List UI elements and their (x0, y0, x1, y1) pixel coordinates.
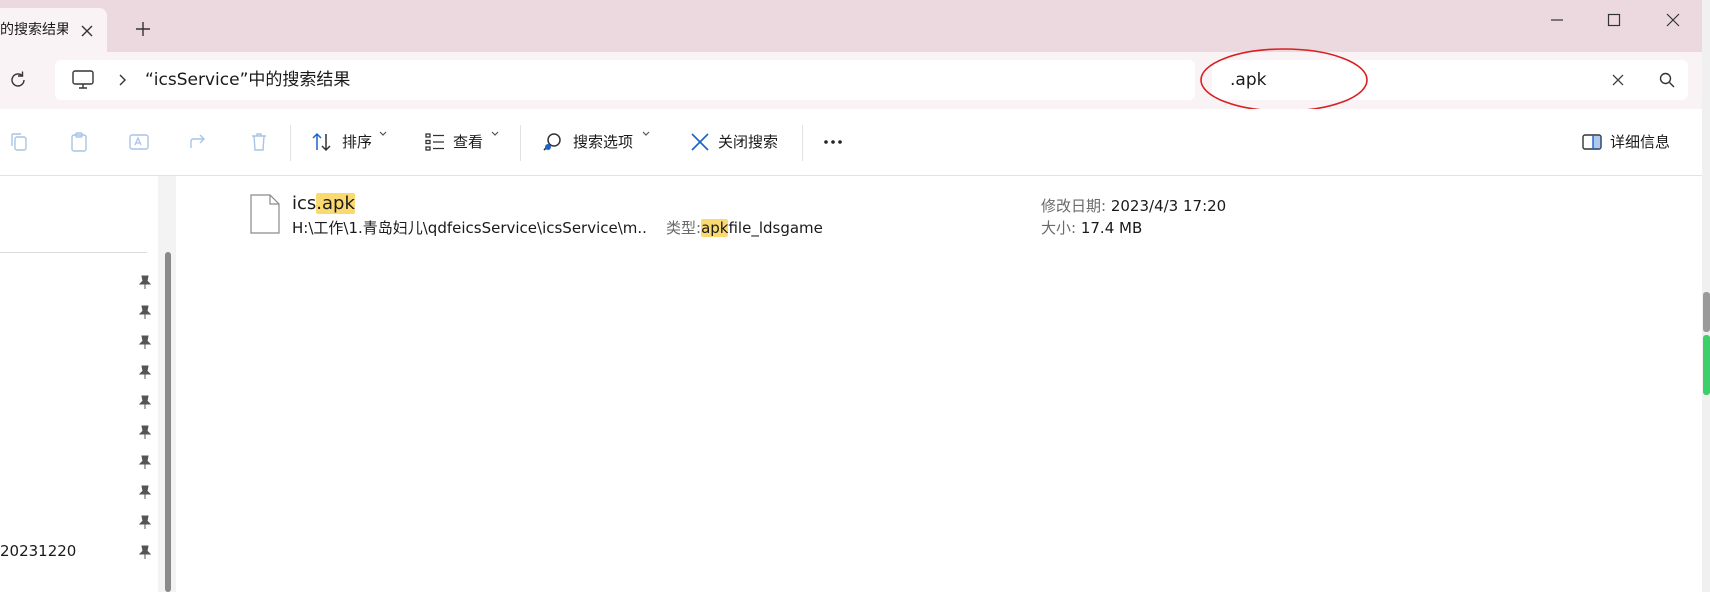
rename-icon[interactable] (127, 130, 151, 154)
search-icon[interactable] (1658, 71, 1676, 89)
search-options-button[interactable]: 搜索选项 (541, 126, 661, 158)
pin-icon[interactable] (138, 274, 152, 290)
details-pane-label: 详细信息 (1610, 133, 1671, 151)
modified-date-label: 修改日期: (1041, 197, 1107, 215)
view-label: 查看 (453, 133, 484, 151)
file-type-label: 类型: (666, 219, 702, 237)
toolbar-divider (290, 125, 291, 161)
pin-icon[interactable] (138, 484, 152, 500)
pin-icon[interactable] (138, 304, 152, 320)
window-close-icon[interactable] (1663, 10, 1683, 30)
nav-scrollbar-thumb[interactable] (165, 252, 171, 592)
modified-date-value: 2023/4/3 17:20 (1110, 197, 1227, 215)
chevron-right-icon[interactable] (115, 72, 129, 88)
list-view-icon (425, 133, 444, 151)
pin-icon[interactable] (138, 454, 152, 470)
navigation-pane: 20231220 (0, 176, 158, 592)
modified-date: 修改日期: 2023/4/3 17:20 (1041, 196, 1226, 216)
file-size: 大小: 17.4 MB (1041, 218, 1142, 238)
search-input[interactable]: .apk (1230, 69, 1266, 91)
file-type-match: apk (701, 219, 729, 237)
nav-item-label[interactable]: 20231220 (0, 541, 76, 561)
command-bar: 排序 查看 搜索选项 关闭搜索 详细信息 (0, 109, 1702, 176)
address-row: “icsService”中的搜索结果 .apk (0, 52, 1702, 109)
search-results-pane: ics.apk H:\工作\1.青岛妇儿\qdfeicsService\icsS… (176, 176, 1702, 592)
pin-icon[interactable] (138, 544, 152, 560)
file-type: 类型:apkfile_ldsgame (666, 218, 823, 238)
maximize-icon[interactable] (1604, 10, 1624, 30)
refresh-icon[interactable] (7, 69, 29, 91)
close-search-button[interactable]: 关闭搜索 (688, 126, 788, 158)
copy-icon[interactable] (7, 130, 31, 154)
tab-search-results[interactable]: 的搜索结果 (0, 8, 107, 52)
pin-icon[interactable] (138, 334, 152, 350)
nav-divider (0, 252, 147, 253)
more-options-icon[interactable] (821, 130, 845, 154)
title-bar: 的搜索结果 (0, 0, 1710, 52)
address-bar[interactable]: “icsService”中的搜索结果 (55, 60, 1195, 100)
paste-icon[interactable] (67, 130, 91, 154)
chevron-down-icon (491, 131, 499, 136)
details-pane-icon (1582, 134, 1602, 150)
pin-icon[interactable] (138, 364, 152, 380)
file-name[interactable]: ics.apk (292, 192, 355, 216)
file-name-prefix: ics (292, 193, 317, 214)
tab-label: 的搜索结果 (0, 22, 68, 38)
pin-icon[interactable] (138, 424, 152, 440)
file-name-match: .apk (316, 193, 355, 214)
share-icon[interactable] (187, 130, 211, 154)
details-pane-button[interactable]: 详细信息 (1580, 126, 1680, 158)
file-size-label: 大小: (1041, 219, 1077, 237)
file-size-value: 17.4 MB (1080, 219, 1143, 237)
sort-button[interactable]: 排序 (310, 126, 400, 158)
scroll-indicator (1703, 335, 1710, 395)
address-path: “icsService”中的搜索结果 (145, 70, 351, 90)
chevron-down-icon (642, 131, 650, 136)
search-options-label: 搜索选项 (573, 133, 634, 151)
this-pc-icon (72, 70, 94, 89)
file-path: H:\工作\1.青岛妇儿\qdfeicsService\icsService\m… (292, 219, 648, 237)
close-icon[interactable] (78, 22, 96, 40)
delete-icon[interactable] (247, 130, 271, 154)
close-search-icon (691, 133, 709, 151)
minimize-icon[interactable] (1547, 10, 1567, 30)
pin-icon[interactable] (138, 514, 152, 530)
close-search-label: 关闭搜索 (718, 133, 779, 151)
search-options-icon (543, 133, 561, 151)
sort-icon (312, 132, 331, 152)
file-icon (250, 194, 280, 234)
pin-icon[interactable] (138, 394, 152, 410)
chevron-down-icon (379, 131, 387, 136)
toolbar-divider (520, 125, 521, 161)
plus-icon[interactable] (134, 20, 152, 38)
main-scrollbar-thumb[interactable] (1703, 292, 1710, 332)
view-button[interactable]: 查看 (423, 126, 513, 158)
file-type-rest: file_ldsgame (728, 219, 823, 237)
sort-label: 排序 (342, 133, 373, 151)
toolbar-divider (802, 125, 803, 161)
search-box[interactable]: .apk (1212, 60, 1688, 100)
clear-search-icon[interactable] (1610, 72, 1626, 88)
